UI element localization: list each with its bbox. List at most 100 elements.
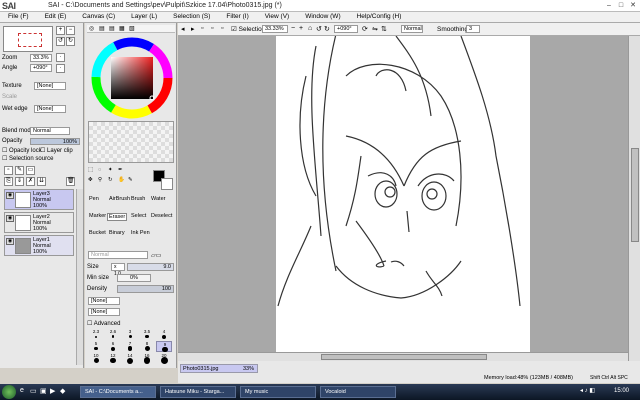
brush-size-preset[interactable]: 5 bbox=[88, 341, 104, 352]
tool-airbrush[interactable]: AirBrush bbox=[109, 196, 130, 202]
menu-canvas[interactable]: Canvas (C) bbox=[74, 12, 123, 22]
pen-icon[interactable]: ✎ bbox=[128, 177, 133, 183]
brush-size-preset[interactable]: 2.3 bbox=[88, 329, 104, 340]
navigator-preview[interactable] bbox=[3, 26, 53, 52]
size-multiplier[interactable]: x 1.0 bbox=[111, 263, 125, 277]
menu-window[interactable]: Window (W) bbox=[297, 12, 348, 22]
tool-pen[interactable]: Pen bbox=[89, 196, 99, 202]
task-hatsune-miku[interactable]: Hatsune Miku - Starga... bbox=[160, 386, 236, 398]
tool-ink-pen[interactable]: Ink Pen bbox=[131, 230, 150, 236]
visibility-icon[interactable]: ◉ bbox=[6, 238, 14, 245]
toolbar-zoom-field[interactable]: 33.33% bbox=[262, 25, 288, 33]
rotate-left-icon[interactable]: ↺ bbox=[56, 37, 65, 46]
clear-icon[interactable]: ▫ bbox=[221, 25, 223, 32]
swatches-tab-icon[interactable]: ▦ bbox=[119, 25, 125, 32]
flip-vertical-icon[interactable]: ⇅ bbox=[381, 25, 387, 33]
scratchpad[interactable] bbox=[88, 121, 174, 163]
rgb-tab-icon[interactable]: ▤ bbox=[99, 25, 105, 32]
brush-size-preset[interactable]: 12 bbox=[105, 353, 121, 364]
minimize-button[interactable]: – bbox=[604, 1, 614, 10]
selection-source-checkbox[interactable]: ☐ Selection source bbox=[2, 155, 53, 162]
hsv-tab-icon[interactable]: ▤ bbox=[109, 25, 115, 32]
quick-launch-app-icon[interactable]: ◆ bbox=[60, 387, 65, 395]
tool-binary[interactable]: Binary bbox=[109, 230, 125, 236]
layer-item-layer1[interactable]: ◉ Layer1 Normal 100% bbox=[4, 235, 74, 256]
move-icon[interactable]: ✥ bbox=[88, 177, 93, 183]
horizontal-scrollbar[interactable] bbox=[178, 352, 628, 361]
size-slider[interactable]: 9.0 bbox=[127, 263, 174, 271]
quick-launch-desktop-icon[interactable]: ▣ bbox=[40, 387, 47, 395]
brush-size-preset[interactable]: 6 bbox=[105, 341, 121, 352]
file-tab[interactable]: Photo0315.jpg 33% bbox=[180, 364, 258, 373]
quick-launch-media-icon[interactable]: ▶ bbox=[50, 387, 55, 395]
color-wheel-tab-icon[interactable]: ◎ bbox=[89, 25, 94, 32]
zoom-out-toolbar-icon[interactable]: − bbox=[291, 25, 295, 32]
task-sai[interactable]: SAI - C:\Documents a... bbox=[80, 386, 156, 398]
tray-icons[interactable]: ◂ ♪ ◧ bbox=[580, 387, 595, 394]
angle-field[interactable]: +090° bbox=[30, 64, 52, 72]
menu-edit[interactable]: Edit (E) bbox=[37, 12, 75, 22]
menu-selection[interactable]: Selection (S) bbox=[165, 12, 218, 22]
texture-select[interactable]: [None] bbox=[34, 82, 66, 90]
angle-reset-icon[interactable]: · bbox=[56, 64, 65, 73]
menu-file[interactable]: File (F) bbox=[0, 12, 37, 22]
brush-size-preset[interactable]: 2.6 bbox=[105, 329, 121, 340]
brush-size-preset[interactable]: 8 bbox=[139, 341, 155, 352]
brush-size-preset[interactable]: 10 bbox=[88, 353, 104, 364]
magic-wand-icon[interactable]: ✦ bbox=[108, 167, 113, 173]
flip-icon[interactable]: ⇋ bbox=[372, 25, 378, 33]
invert-icon[interactable]: ▫ bbox=[211, 25, 213, 32]
brush-size-preset[interactable]: 4 bbox=[156, 329, 172, 340]
tool-bucket[interactable]: Bucket bbox=[89, 230, 106, 236]
tool-brush[interactable]: Brush bbox=[131, 196, 145, 202]
brush-size-preset[interactable]: 9 bbox=[156, 341, 172, 353]
zoom-in-toolbar-icon[interactable]: + bbox=[299, 25, 303, 32]
close-button[interactable]: ✕ bbox=[628, 1, 638, 10]
delete-layer-icon[interactable]: 🗑 bbox=[66, 177, 75, 186]
zoom-tool-icon[interactable]: ⚲ bbox=[98, 177, 102, 183]
clear-layer-icon[interactable]: ✗ bbox=[26, 177, 35, 186]
task-my-music[interactable]: My music bbox=[240, 386, 316, 398]
layer-item-layer3[interactable]: ◉ Layer3 Normal 100% bbox=[4, 189, 74, 210]
menu-filter[interactable]: Filter (I) bbox=[218, 12, 256, 22]
brush-size-preset[interactable]: 7 bbox=[122, 341, 138, 352]
maximize-button[interactable]: □ bbox=[616, 1, 626, 10]
rotate-reset-icon[interactable]: ⟳ bbox=[362, 25, 368, 33]
redo-icon[interactable]: ▸ bbox=[191, 25, 195, 33]
quick-launch-folder-icon[interactable]: ▭ bbox=[30, 387, 37, 395]
task-vocaloid[interactable]: Vocaloid bbox=[320, 386, 396, 398]
zoom-field[interactable]: 33.3% bbox=[30, 54, 52, 62]
brush-size-preset[interactable]: 3 bbox=[122, 329, 138, 340]
opacity-lock-checkbox[interactable]: ☐ Opacity lock bbox=[2, 147, 42, 154]
zoom-out-icon[interactable]: − bbox=[66, 26, 75, 35]
brush-texture-select[interactable]: [None] bbox=[88, 308, 120, 316]
color-mode-tabs[interactable]: ◎ ▤ ▤ ▦ ▧ bbox=[87, 25, 175, 33]
wet-edge-select[interactable]: [None] bbox=[34, 105, 66, 113]
tool-eraser[interactable]: Eraser bbox=[107, 213, 128, 221]
layer-scrollbar[interactable] bbox=[76, 189, 83, 365]
drawing-canvas[interactable] bbox=[276, 33, 530, 352]
tool-deselect[interactable]: Deselect bbox=[151, 213, 172, 219]
toolbar-angle-field[interactable]: +090° bbox=[334, 25, 358, 33]
quick-launch-ie-icon[interactable]: e bbox=[20, 387, 24, 394]
brush-shape-select[interactable]: [None] bbox=[88, 297, 120, 305]
rotate-cw-icon[interactable]: ↻ bbox=[324, 25, 330, 33]
copy-layer-icon[interactable]: ⎘ bbox=[4, 177, 13, 186]
stabilizer-mode-select[interactable]: Normal bbox=[401, 25, 423, 33]
start-button[interactable] bbox=[2, 385, 16, 399]
density-slider[interactable]: 100 bbox=[117, 285, 174, 293]
merge-all-icon[interactable]: ⇊ bbox=[37, 177, 46, 186]
deselect-icon[interactable]: ▫ bbox=[201, 25, 203, 32]
brush-size-preset[interactable]: 14 bbox=[122, 353, 138, 364]
select-rect-icon[interactable]: ⬚ bbox=[88, 167, 93, 173]
brush-size-preset[interactable]: 16 bbox=[139, 353, 155, 364]
blend-mode-select[interactable]: Normal bbox=[30, 127, 70, 135]
zoom-reset-icon[interactable]: · bbox=[56, 53, 65, 62]
menu-layer[interactable]: Layer (L) bbox=[123, 12, 165, 22]
eyedropper-icon[interactable]: ✒ bbox=[118, 167, 123, 173]
menu-view[interactable]: View (V) bbox=[257, 12, 297, 22]
secondary-color-swatch[interactable] bbox=[161, 178, 173, 190]
rotate-tool-icon[interactable]: ↻ bbox=[108, 177, 113, 183]
horizontal-scroll-thumb[interactable] bbox=[321, 354, 487, 360]
merge-layer-icon[interactable]: ⇓ bbox=[15, 177, 24, 186]
